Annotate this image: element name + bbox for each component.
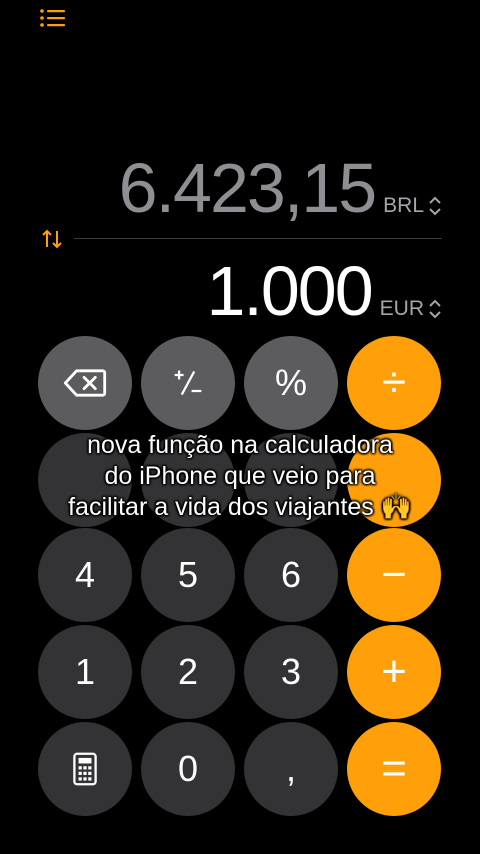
equals-button[interactable]: =	[347, 722, 441, 816]
subtract-button[interactable]: −	[347, 528, 441, 622]
digit-4-button[interactable]: 4	[38, 528, 132, 622]
divide-button[interactable]: ÷	[347, 336, 441, 430]
backspace-button[interactable]	[38, 336, 132, 430]
decimal-button[interactable]: ,	[244, 722, 338, 816]
bottom-currency-code: EUR	[379, 297, 424, 320]
percent-button[interactable]: %	[244, 336, 338, 430]
add-button[interactable]: +	[347, 625, 441, 719]
calculator-mode-button[interactable]	[38, 722, 132, 816]
digit-3-button[interactable]: 3	[244, 625, 338, 719]
digit-1-button[interactable]: 1	[38, 625, 132, 719]
digit-9-button[interactable]	[244, 433, 338, 527]
converted-value-row: 6.423,15 BRL	[119, 150, 442, 226]
bottom-currency-selector[interactable]: EUR	[380, 297, 442, 321]
multiply-button[interactable]	[347, 433, 441, 527]
digit-0-button[interactable]: 0	[141, 722, 235, 816]
top-currency-selector[interactable]: BRL	[383, 194, 442, 218]
input-value: 1.000	[206, 252, 373, 330]
swap-currencies-icon[interactable]	[40, 228, 64, 250]
backspace-icon	[63, 369, 107, 397]
chevron-up-down-icon	[429, 196, 441, 216]
digit-7-button[interactable]	[38, 433, 132, 527]
digit-6-button[interactable]: 6	[244, 528, 338, 622]
digit-8-button[interactable]	[141, 433, 235, 527]
plus-minus-icon	[174, 370, 202, 396]
plus-minus-button[interactable]	[141, 336, 235, 430]
digit-5-button[interactable]: 5	[141, 528, 235, 622]
digit-2-button[interactable]: 2	[141, 625, 235, 719]
input-value-row: 1.000 EUR	[206, 253, 442, 329]
top-currency-code: BRL	[383, 194, 424, 217]
list-menu-icon[interactable]	[40, 8, 66, 28]
chevron-up-down-icon	[429, 299, 441, 319]
calculator-icon	[73, 752, 97, 786]
display-divider	[74, 238, 442, 239]
converted-value: 6.423,15	[118, 149, 377, 227]
